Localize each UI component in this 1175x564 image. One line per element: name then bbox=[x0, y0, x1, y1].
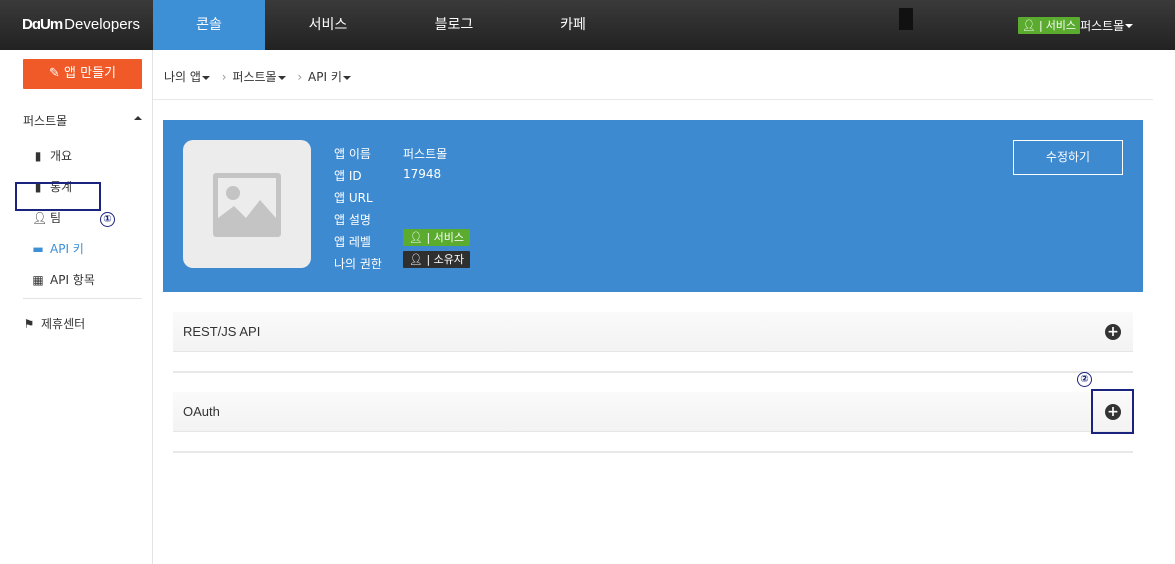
app-level-value: 서비스 bbox=[433, 231, 465, 244]
label-permission: 나의 권한 bbox=[334, 257, 382, 271]
sidebar-item-overview[interactable]: ▮ 개요 bbox=[32, 147, 72, 164]
sidebar-item-api-items[interactable]: ▦ API 항목 bbox=[32, 271, 95, 288]
sidebar-item-team[interactable]: 👤︎ 팀 bbox=[32, 209, 61, 226]
sidebar-item-label: API 항목 bbox=[50, 273, 95, 287]
permission-badge: 👤︎ | 소유자 bbox=[403, 251, 471, 268]
expand-plus-icon[interactable]: + bbox=[1105, 324, 1121, 340]
breadcrumb-my-apps[interactable]: 나의 앱 bbox=[164, 70, 210, 84]
service-badge-label: 서비스 bbox=[1045, 19, 1077, 32]
label-app-url: 앱 URL bbox=[334, 191, 373, 205]
breadcrumb-label: 퍼스트몰 bbox=[232, 70, 277, 84]
document-icon: ▮ bbox=[34, 149, 42, 163]
sidebar-app-heading[interactable]: 퍼스트몰 bbox=[23, 112, 67, 129]
tab-blog[interactable]: 블로그 bbox=[403, 0, 505, 50]
breadcrumb-label: 나의 앱 bbox=[164, 70, 201, 84]
user-icon: 👤︎ bbox=[1022, 19, 1036, 32]
logo-text: Developers bbox=[64, 16, 141, 33]
breadcrumb-app[interactable]: 퍼스트몰 bbox=[232, 70, 286, 84]
api-section-title: REST/JS API bbox=[183, 324, 261, 339]
service-level-badge: 👤︎ | 서비스 bbox=[1018, 17, 1081, 34]
logo-daum: DɑUm bbox=[22, 16, 63, 33]
app-level-badge: 👤︎ | 서비스 bbox=[403, 229, 471, 246]
annotation-number-1: ① bbox=[100, 212, 115, 227]
api-section-header: REST/JS API + bbox=[173, 312, 1133, 352]
annotation-number-2: ② bbox=[1077, 372, 1092, 387]
sidebar-divider bbox=[23, 298, 142, 299]
breadcrumb: 나의 앱 › 퍼스트몰 › API 키 bbox=[164, 68, 351, 85]
user-name: 퍼스트몰 bbox=[1080, 19, 1125, 33]
app-thumbnail bbox=[183, 140, 311, 268]
user-icon: 👤︎ bbox=[32, 211, 48, 225]
flag-icon: ⚑ bbox=[23, 317, 35, 331]
grid-icon: ▦ bbox=[32, 273, 44, 287]
label-app-name: 앱 이름 bbox=[334, 147, 371, 161]
annotation-box-api-key bbox=[15, 182, 101, 211]
api-section-title: OAuth bbox=[183, 404, 220, 419]
sidebar-item-api-key[interactable]: ▬ API 키 bbox=[32, 240, 84, 257]
tab-service[interactable]: 서비스 bbox=[277, 0, 379, 50]
api-section-header: OAuth + bbox=[173, 392, 1133, 432]
card-icon: ▬ bbox=[32, 242, 44, 256]
user-menu[interactable]: 👤︎ | 서비스 퍼스트몰 bbox=[1018, 17, 1134, 34]
api-section-rest-js: REST/JS API + bbox=[173, 312, 1133, 373]
sidebar-item-label: 제휴센터 bbox=[41, 317, 86, 331]
breadcrumb-divider bbox=[153, 99, 1153, 100]
sidebar-item-partner-center[interactable]: ⚑ 제휴센터 bbox=[23, 315, 86, 332]
value-app-id: 17948 bbox=[403, 167, 442, 181]
app-info-panel: 앱 이름 퍼스트몰 앱 ID 17948 앱 URL 앱 설명 앱 레벨 👤︎ … bbox=[163, 120, 1143, 292]
breadcrumb-label: API 키 bbox=[308, 70, 342, 84]
chevron-down-icon bbox=[201, 75, 210, 80]
sidebar-item-label: API 키 bbox=[50, 242, 84, 256]
api-section-oauth: OAuth + bbox=[173, 392, 1133, 453]
chevron-right-icon: › bbox=[221, 70, 227, 84]
sidebar-item-label: 팀 bbox=[50, 211, 62, 225]
user-icon: 👤︎ bbox=[409, 231, 423, 244]
edit-app-button[interactable]: 수정하기 bbox=[1013, 140, 1123, 175]
sidebar: ✎ 앱 만들기 퍼스트몰 ▮ 개요 ▮ 통계 👤︎ 팀 ▬ API 키 ▦ API 항목 … bbox=[0, 50, 153, 564]
tab-cafe[interactable]: 카페 bbox=[522, 0, 624, 50]
label-app-id: 앱 ID bbox=[334, 169, 362, 183]
daum-developers-logo[interactable]: DɑUm Developers bbox=[22, 16, 140, 33]
label-app-level: 앱 레벨 bbox=[334, 235, 371, 249]
user-icon: 👤︎ bbox=[409, 253, 423, 266]
pencil-icon: ✎ bbox=[48, 66, 60, 81]
top-navigation: DɑUm Developers 콘솔 서비스 블로그 카페 👤︎ | 서비스 퍼스트몰 bbox=[0, 0, 1175, 50]
sidebar-item-label: 개요 bbox=[50, 149, 73, 163]
chevron-up-icon[interactable] bbox=[134, 116, 142, 120]
value-app-name: 퍼스트몰 bbox=[403, 147, 448, 161]
tab-console[interactable]: 콘솔 bbox=[153, 0, 265, 50]
make-app-label: 앱 만들기 bbox=[64, 66, 117, 81]
chevron-down-icon bbox=[1125, 23, 1134, 28]
permission-value: 소유자 bbox=[433, 253, 465, 266]
chevron-down-icon bbox=[277, 75, 286, 80]
image-placeholder-icon bbox=[213, 173, 281, 237]
placeholder-block bbox=[899, 8, 913, 30]
annotation-box-oauth-plus bbox=[1091, 389, 1134, 434]
label-app-desc: 앱 설명 bbox=[334, 213, 371, 227]
chevron-right-icon: › bbox=[297, 70, 303, 84]
breadcrumb-api-key[interactable]: API 키 bbox=[308, 70, 351, 84]
chevron-down-icon bbox=[342, 75, 351, 80]
make-app-button[interactable]: ✎ 앱 만들기 bbox=[23, 59, 142, 89]
